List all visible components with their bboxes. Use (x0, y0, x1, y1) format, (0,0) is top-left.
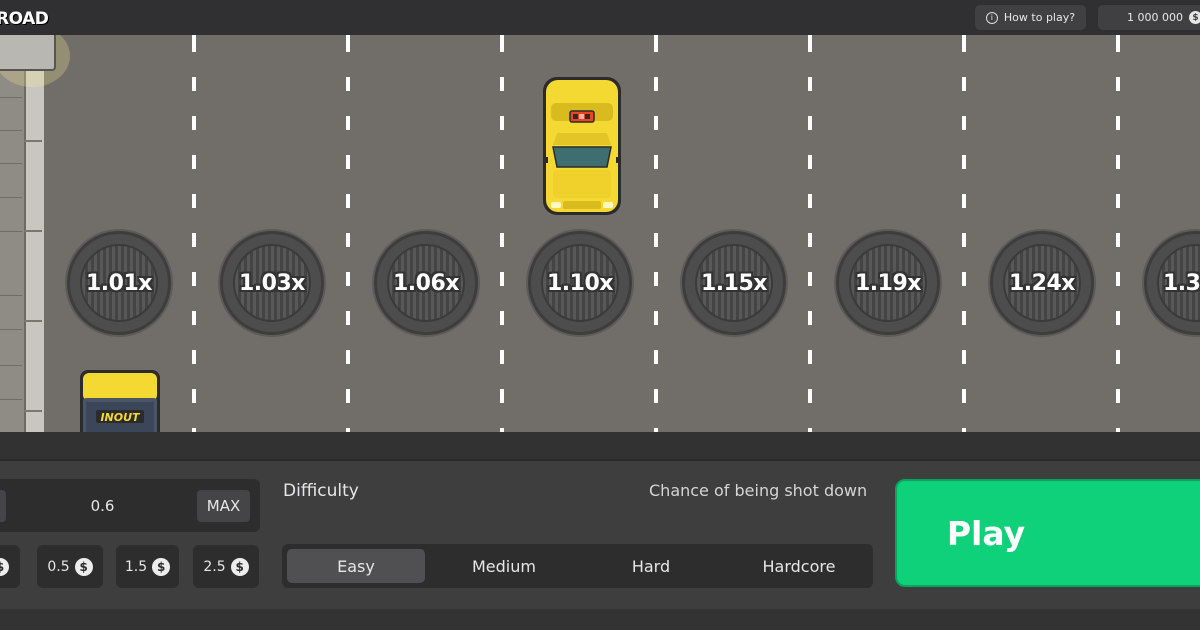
quick-bet-value: 1.5 (124, 558, 148, 575)
max-button[interactable]: MAX (197, 490, 250, 522)
lane-line (500, 35, 504, 432)
quick-bet-chip[interactable]: 0.5 $ (37, 545, 103, 588)
manhole-multiplier[interactable]: 1.03x (220, 231, 324, 335)
how-to-play-label: How to play? (1003, 11, 1076, 24)
min-button[interactable] (0, 490, 6, 522)
quick-bet-value: 2.5 (203, 558, 226, 575)
lane-line (1116, 35, 1120, 432)
multiplier-label: 1.19x (855, 270, 921, 296)
multiplier-label: 1.10x (547, 270, 613, 296)
lane-line (654, 35, 658, 432)
dollar-coin-icon: $ (74, 557, 93, 576)
multiplier-label: 1.30x (1163, 270, 1200, 296)
quick-bet-chip[interactable]: $ (0, 545, 20, 588)
dollar-coin-icon: $ (1188, 11, 1200, 24)
difficulty-hardcore[interactable]: Hardcore (729, 549, 869, 583)
quick-bet-value: 0.5 (47, 558, 70, 575)
how-to-play-button[interactable]: i How to play? (975, 5, 1086, 30)
dollar-coin-icon: $ (230, 557, 249, 576)
manhole-multiplier[interactable]: 1.19x (836, 231, 940, 335)
game-logo: ROAD (0, 9, 49, 29)
chance-label: Chance of being shot down (649, 481, 868, 500)
manhole-multiplier[interactable]: 1.15x (682, 231, 786, 335)
taxi-car (543, 77, 621, 215)
multiplier-label: 1.01x (86, 270, 152, 296)
multiplier-label: 1.15x (701, 270, 767, 296)
manhole-multiplier[interactable]: 1.30x (1144, 231, 1200, 335)
info-icon: i (985, 11, 998, 24)
difficulty-medium[interactable]: Medium (434, 549, 574, 583)
multiplier-label: 1.06x (393, 270, 459, 296)
difficulty-easy[interactable]: Easy (287, 549, 425, 583)
quick-bet-chip[interactable]: 1.5 $ (116, 545, 179, 588)
multiplier-label: 1.24x (1009, 270, 1075, 296)
lane-line (808, 35, 812, 432)
bet-amount-input[interactable]: 0.6 (60, 497, 145, 515)
difficulty-label: Difficulty (283, 481, 359, 501)
bottom-strip (0, 609, 1200, 630)
dollar-coin-icon: $ (0, 557, 9, 576)
divider (0, 432, 1200, 459)
manhole-multiplier[interactable]: 1.01x (67, 231, 171, 335)
dollar-coin-icon: $ (152, 557, 171, 576)
delivery-van: INOUT (80, 370, 160, 432)
quick-bet-chip[interactable]: 2.5 $ (193, 545, 259, 588)
van-label: INOUT (100, 411, 141, 424)
balance-display: 1 000 000 $ (1098, 5, 1200, 30)
game-road: 1.01x 1.03x 1.06x 1.10x 1.15x 1.19x 1.24… (0, 35, 1200, 432)
lane-line (192, 35, 196, 432)
start-gate (0, 35, 56, 71)
manhole-multiplier[interactable]: 1.10x (528, 231, 632, 335)
manhole-multiplier[interactable]: 1.06x (374, 231, 478, 335)
lane-line (346, 35, 350, 432)
manhole-multiplier[interactable]: 1.24x (990, 231, 1094, 335)
balance-value: 1 000 000 (1127, 11, 1183, 24)
curb (24, 35, 44, 432)
play-button[interactable]: Play (895, 479, 1200, 587)
multiplier-label: 1.03x (239, 270, 305, 296)
lane-line (962, 35, 966, 432)
difficulty-hard[interactable]: Hard (581, 549, 721, 583)
